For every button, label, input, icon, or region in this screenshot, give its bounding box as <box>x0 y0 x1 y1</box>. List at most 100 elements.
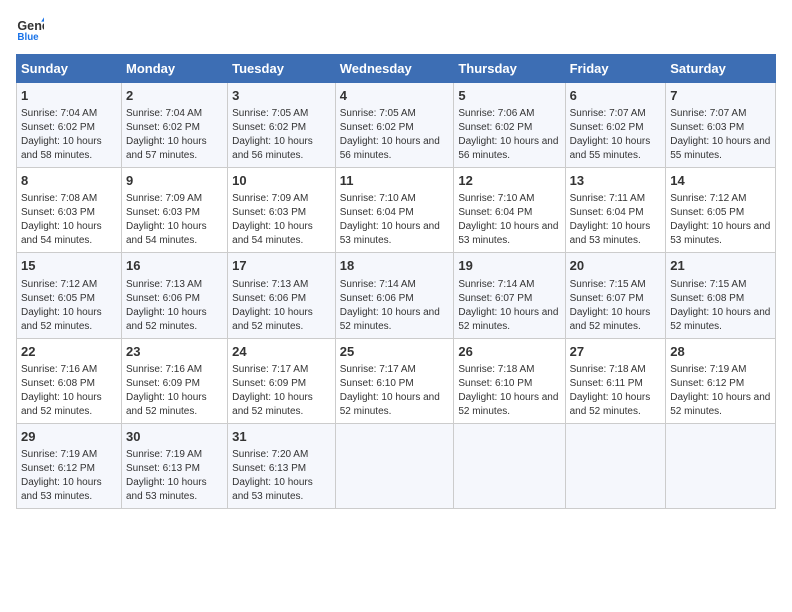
sunrise-label: Sunrise: 7:07 AM <box>570 108 646 119</box>
day-number: 15 <box>21 257 117 275</box>
sunrise-label: Sunrise: 7:09 AM <box>232 193 308 204</box>
day-number: 18 <box>340 257 450 275</box>
sunset-label: Sunset: 6:12 PM <box>21 463 95 474</box>
day-number: 1 <box>21 87 117 105</box>
day-number: 6 <box>570 87 662 105</box>
daylight-label: Daylight: 10 hours and 52 minutes. <box>670 307 770 332</box>
day-cell: 19Sunrise: 7:14 AMSunset: 6:07 PMDayligh… <box>454 253 565 338</box>
day-number: 20 <box>570 257 662 275</box>
header-thursday: Thursday <box>454 55 565 83</box>
daylight-label: Daylight: 10 hours and 52 minutes. <box>21 307 102 332</box>
day-cell: 15Sunrise: 7:12 AMSunset: 6:05 PMDayligh… <box>17 253 122 338</box>
sunrise-label: Sunrise: 7:10 AM <box>340 193 416 204</box>
sunrise-label: Sunrise: 7:05 AM <box>340 108 416 119</box>
sunrise-label: Sunrise: 7:14 AM <box>340 279 416 290</box>
daylight-label: Daylight: 10 hours and 57 minutes. <box>126 136 207 161</box>
sunset-label: Sunset: 6:02 PM <box>232 122 306 133</box>
sunrise-label: Sunrise: 7:14 AM <box>458 279 534 290</box>
day-cell: 5Sunrise: 7:06 AMSunset: 6:02 PMDaylight… <box>454 83 565 168</box>
header-saturday: Saturday <box>666 55 776 83</box>
daylight-label: Daylight: 10 hours and 52 minutes. <box>458 392 558 417</box>
daylight-label: Daylight: 10 hours and 54 minutes. <box>126 221 207 246</box>
daylight-label: Daylight: 10 hours and 52 minutes. <box>21 392 102 417</box>
day-cell: 29Sunrise: 7:19 AMSunset: 6:12 PMDayligh… <box>17 423 122 508</box>
sunset-label: Sunset: 6:07 PM <box>458 293 532 304</box>
sunset-label: Sunset: 6:13 PM <box>232 463 306 474</box>
sunrise-label: Sunrise: 7:04 AM <box>126 108 202 119</box>
day-cell: 24Sunrise: 7:17 AMSunset: 6:09 PMDayligh… <box>228 338 336 423</box>
day-cell <box>666 423 776 508</box>
day-number: 22 <box>21 343 117 361</box>
day-cell: 12Sunrise: 7:10 AMSunset: 6:04 PMDayligh… <box>454 168 565 253</box>
sunset-label: Sunset: 6:02 PM <box>458 122 532 133</box>
day-number: 26 <box>458 343 560 361</box>
sunset-label: Sunset: 6:05 PM <box>21 293 95 304</box>
sunrise-label: Sunrise: 7:17 AM <box>340 364 416 375</box>
sunset-label: Sunset: 6:08 PM <box>670 293 744 304</box>
day-number: 13 <box>570 172 662 190</box>
daylight-label: Daylight: 10 hours and 55 minutes. <box>670 136 770 161</box>
sunset-label: Sunset: 6:03 PM <box>126 207 200 218</box>
day-number: 24 <box>232 343 331 361</box>
day-number: 17 <box>232 257 331 275</box>
sunrise-label: Sunrise: 7:13 AM <box>126 279 202 290</box>
svg-text:Blue: Blue <box>17 32 39 43</box>
day-number: 11 <box>340 172 450 190</box>
sunset-label: Sunset: 6:11 PM <box>570 378 643 389</box>
daylight-label: Daylight: 10 hours and 53 minutes. <box>232 477 313 502</box>
sunset-label: Sunset: 6:10 PM <box>458 378 532 389</box>
day-number: 16 <box>126 257 223 275</box>
day-cell: 25Sunrise: 7:17 AMSunset: 6:10 PMDayligh… <box>335 338 454 423</box>
sunset-label: Sunset: 6:04 PM <box>458 207 532 218</box>
sunrise-label: Sunrise: 7:09 AM <box>126 193 202 204</box>
day-cell: 10Sunrise: 7:09 AMSunset: 6:03 PMDayligh… <box>228 168 336 253</box>
logo: General Blue <box>16 16 48 44</box>
day-cell: 18Sunrise: 7:14 AMSunset: 6:06 PMDayligh… <box>335 253 454 338</box>
sunset-label: Sunset: 6:04 PM <box>570 207 644 218</box>
day-number: 8 <box>21 172 117 190</box>
daylight-label: Daylight: 10 hours and 52 minutes. <box>570 307 651 332</box>
day-cell: 11Sunrise: 7:10 AMSunset: 6:04 PMDayligh… <box>335 168 454 253</box>
sunset-label: Sunset: 6:07 PM <box>570 293 644 304</box>
day-cell: 8Sunrise: 7:08 AMSunset: 6:03 PMDaylight… <box>17 168 122 253</box>
week-row-3: 15Sunrise: 7:12 AMSunset: 6:05 PMDayligh… <box>17 253 776 338</box>
logo-icon: General Blue <box>16 16 44 44</box>
day-cell: 20Sunrise: 7:15 AMSunset: 6:07 PMDayligh… <box>565 253 666 338</box>
daylight-label: Daylight: 10 hours and 53 minutes. <box>570 221 651 246</box>
daylight-label: Daylight: 10 hours and 58 minutes. <box>21 136 102 161</box>
sunset-label: Sunset: 6:09 PM <box>232 378 306 389</box>
sunrise-label: Sunrise: 7:16 AM <box>21 364 97 375</box>
sunrise-label: Sunrise: 7:12 AM <box>670 193 746 204</box>
sunrise-label: Sunrise: 7:17 AM <box>232 364 308 375</box>
day-cell: 16Sunrise: 7:13 AMSunset: 6:06 PMDayligh… <box>121 253 227 338</box>
day-number: 23 <box>126 343 223 361</box>
day-cell: 13Sunrise: 7:11 AMSunset: 6:04 PMDayligh… <box>565 168 666 253</box>
week-row-1: 1 Sunrise: 7:04 AM Sunset: 6:02 PM Daylight… <box>17 83 776 168</box>
daylight-label: Daylight: 10 hours and 52 minutes. <box>670 392 770 417</box>
daylight-label: Daylight: 10 hours and 53 minutes. <box>21 477 102 502</box>
sunrise-label: Sunrise: 7:15 AM <box>670 279 746 290</box>
day-cell: 22Sunrise: 7:16 AMSunset: 6:08 PMDayligh… <box>17 338 122 423</box>
daylight-label: Daylight: 10 hours and 53 minutes. <box>126 477 207 502</box>
sunrise-label: Sunrise: 7:04 AM <box>21 108 97 119</box>
daylight-label: Daylight: 10 hours and 56 minutes. <box>232 136 313 161</box>
day-number: 10 <box>232 172 331 190</box>
day-number: 2 <box>126 87 223 105</box>
daylight-label: Daylight: 10 hours and 53 minutes. <box>670 221 770 246</box>
header-monday: Monday <box>121 55 227 83</box>
day-cell: 17Sunrise: 7:13 AMSunset: 6:06 PMDayligh… <box>228 253 336 338</box>
day-number: 4 <box>340 87 450 105</box>
daylight-label: Daylight: 10 hours and 52 minutes. <box>126 307 207 332</box>
sunset-label: Sunset: 6:04 PM <box>340 207 414 218</box>
day-cell: 9Sunrise: 7:09 AMSunset: 6:03 PMDaylight… <box>121 168 227 253</box>
sunset-label: Sunset: 6:06 PM <box>340 293 414 304</box>
sunset-label: Sunset: 6:02 PM <box>21 122 95 133</box>
sunset-label: Sunset: 6:03 PM <box>232 207 306 218</box>
header-friday: Friday <box>565 55 666 83</box>
day-cell: 27Sunrise: 7:18 AMSunset: 6:11 PMDayligh… <box>565 338 666 423</box>
sunrise-label: Sunrise: 7:18 AM <box>570 364 646 375</box>
sunrise-label: Sunrise: 7:06 AM <box>458 108 534 119</box>
day-number: 25 <box>340 343 450 361</box>
calendar-table: SundayMondayTuesdayWednesdayThursdayFrid… <box>16 54 776 509</box>
sunset-label: Sunset: 6:03 PM <box>21 207 95 218</box>
